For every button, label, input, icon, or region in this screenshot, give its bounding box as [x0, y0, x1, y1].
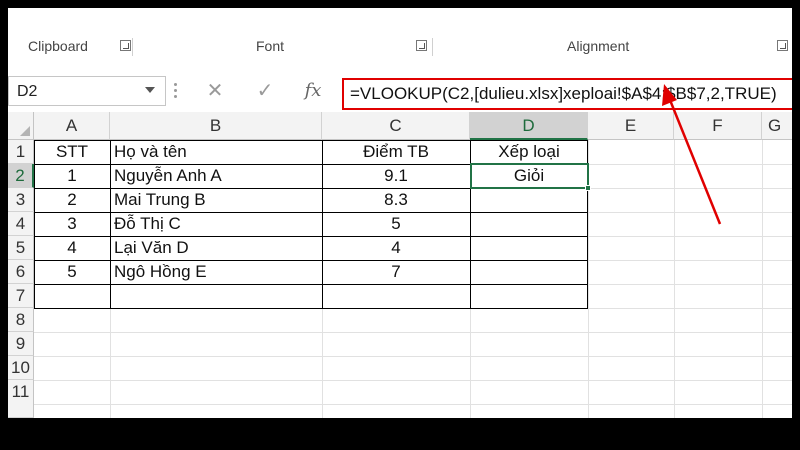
arrow-head: [662, 84, 677, 106]
excel-window: Clipboard Font Alignment D2 ✕ ✓ fx =VLOO…: [8, 8, 792, 418]
arrow-shaft: [668, 99, 722, 225]
annotation-arrow-icon: [662, 84, 722, 225]
